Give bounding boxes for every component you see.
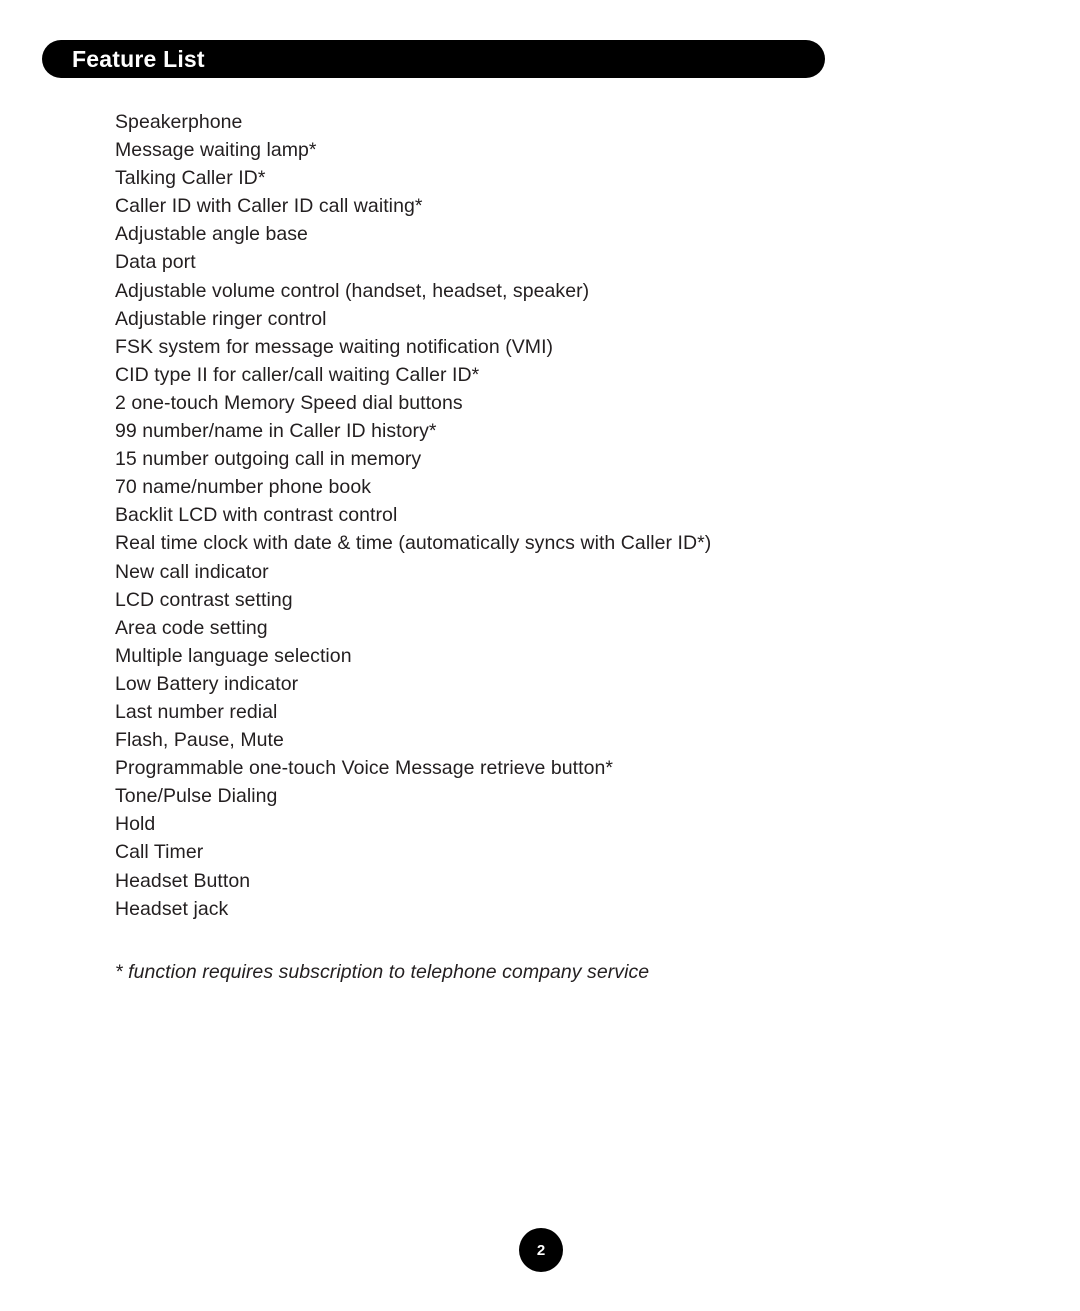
list-item: Programmable one-touch Voice Message ret… xyxy=(115,757,614,780)
page-title: Feature List xyxy=(72,45,205,72)
list-item: Talking Caller ID* xyxy=(115,167,266,190)
list-item: 15 number outgoing call in memory xyxy=(115,448,422,471)
list-item: 70 name/number phone book xyxy=(115,476,372,499)
list-item: Data port xyxy=(115,251,196,274)
list-item: Real time clock with date & time (automa… xyxy=(115,532,712,555)
list-item: 99 number/name in Caller ID history* xyxy=(115,420,437,443)
list-item: Multiple language selection xyxy=(115,644,352,667)
list-item: Headset Button xyxy=(115,869,251,892)
list-item: Tone/Pulse Dialing xyxy=(115,785,278,808)
list-item: 2 one-touch Memory Speed dial buttons xyxy=(115,391,463,414)
page-header-banner: Feature List xyxy=(42,40,825,78)
list-item: Headset jack xyxy=(115,897,229,920)
list-item: Caller ID with Caller ID call waiting* xyxy=(115,195,423,218)
list-item: Adjustable volume control (handset, head… xyxy=(115,279,590,302)
list-item: Flash, Pause, Mute xyxy=(115,729,284,752)
list-item: New call indicator xyxy=(115,560,269,583)
list-item: Low Battery indicator xyxy=(115,672,299,695)
footnote-text: * function requires subscription to tele… xyxy=(115,961,650,983)
list-item: Area code setting xyxy=(115,616,268,639)
list-item: Adjustable ringer control xyxy=(115,307,327,330)
list-item: Speakerphone xyxy=(115,111,243,133)
list-item: FSK system for message waiting notificat… xyxy=(115,335,554,358)
list-item: CID type II for caller/call waiting Call… xyxy=(115,363,480,386)
page-number-label: 2 xyxy=(536,1241,546,1259)
list-item: Call Timer xyxy=(115,841,204,864)
document-page: Feature List Speakerphone Message waitin… xyxy=(0,0,1080,1311)
list-item: Last number redial xyxy=(115,700,278,723)
list-item: Message waiting lamp* xyxy=(115,139,317,162)
list-item: Adjustable angle base xyxy=(115,223,308,246)
feature-list: Speakerphone Message waiting lamp* Talki… xyxy=(115,108,935,923)
page-number-badge: 2 xyxy=(519,1228,563,1272)
list-item: LCD contrast setting xyxy=(115,588,293,611)
list-item: Hold xyxy=(115,813,156,836)
list-item: Backlit LCD with contrast control xyxy=(115,504,398,527)
